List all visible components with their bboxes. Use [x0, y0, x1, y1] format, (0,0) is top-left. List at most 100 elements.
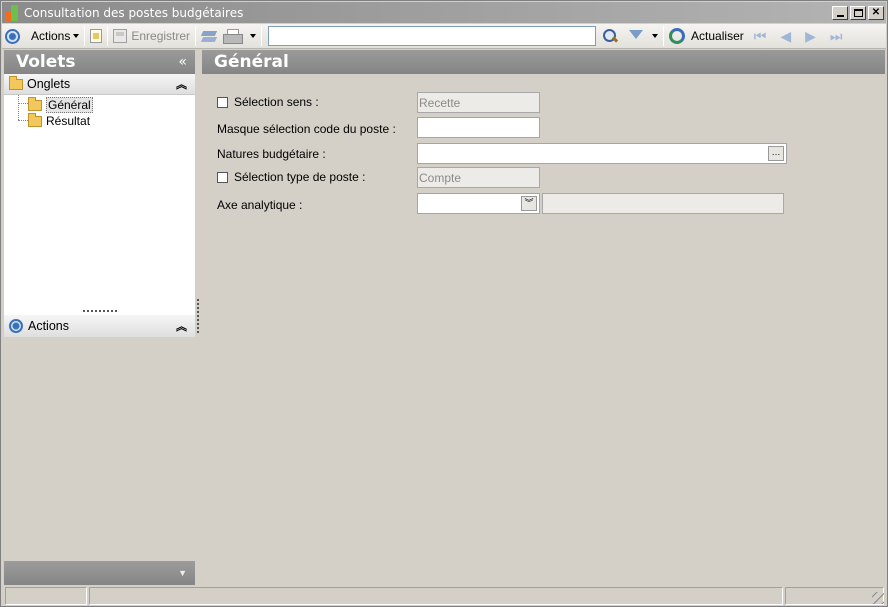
toolbar-separator [84, 26, 86, 46]
page-title: Général [214, 52, 289, 72]
chevron-down-icon [652, 34, 659, 38]
refresh-button[interactable]: Actualiser [666, 25, 747, 47]
print-options-button[interactable] [244, 25, 259, 47]
status-cell [5, 587, 87, 605]
print-button[interactable] [220, 25, 244, 47]
tree-connector [18, 95, 19, 120]
selection-type-field: Compte [417, 167, 540, 188]
save-button[interactable]: Enregistrer [110, 25, 193, 47]
onglets-section-header[interactable]: Onglets ︽ [4, 74, 195, 95]
tree-item-resultat[interactable]: Résultat [28, 112, 91, 128]
target-icon [9, 319, 23, 333]
minimize-icon [836, 14, 844, 17]
minimize-button[interactable] [832, 5, 848, 20]
folder-icon [9, 75, 23, 90]
masque-label: Masque sélection code du poste : [217, 122, 396, 136]
toolbar: Actions Enregistrer Actualiser ⏮ ◀ ▶ ⏭ [2, 24, 886, 49]
filter-icon [629, 29, 644, 39]
new-document-button[interactable] [87, 25, 105, 47]
next-record-icon[interactable]: ▶ [805, 28, 816, 45]
natures-row: Natures budgétaire : [217, 147, 326, 161]
toolbar-circle-button[interactable] [2, 25, 23, 47]
natures-label: Natures budgétaire : [217, 147, 326, 161]
axe-row: Axe analytique : [217, 198, 302, 212]
chevron-down-icon [73, 34, 80, 38]
chevron-down-icon: ▼ [178, 568, 187, 578]
chevron-double-up-icon[interactable]: ︽ [176, 318, 187, 334]
volets-bottom-bar[interactable]: ▼ [4, 561, 195, 585]
first-record-icon[interactable]: ⏮ [754, 28, 767, 45]
app-icon [5, 4, 21, 21]
actions-menu-button[interactable]: Actions [23, 25, 82, 47]
filter-options-button[interactable] [646, 25, 661, 47]
maximize-icon [853, 8, 863, 17]
tree-item-general[interactable]: Général [28, 96, 93, 113]
vertical-splitter[interactable] [197, 299, 199, 333]
axe-description-field [542, 193, 784, 214]
onglets-tree: Général Résultat [4, 95, 195, 307]
tree-item-label: Résultat [46, 114, 91, 128]
save-icon [113, 29, 128, 43]
tree-connector [18, 103, 28, 104]
window-title: Consultation des postes budgétaires [24, 5, 244, 20]
filter-button[interactable] [626, 25, 646, 47]
resize-grip-icon[interactable] [872, 592, 884, 604]
save-label: Enregistrer [131, 29, 191, 43]
page-title-bar: Général [202, 50, 885, 74]
chevron-down-icon [250, 34, 257, 38]
toolbar-separator [261, 26, 263, 46]
volets-title: Volets [16, 52, 76, 72]
natures-field[interactable]: … [417, 143, 787, 164]
selection-type-checkbox[interactable] [217, 171, 228, 183]
masque-row: Masque sélection code du poste : [217, 122, 396, 136]
search-input[interactable] [268, 26, 597, 46]
close-button[interactable]: ✕ [868, 5, 884, 20]
selection-sens-field: Recette [417, 92, 540, 113]
app-window: Consultation des postes budgétaires ✕ Ac… [0, 0, 888, 607]
panel-splitter[interactable] [4, 307, 195, 315]
onglets-label: Onglets [27, 77, 71, 91]
target-icon [5, 28, 20, 44]
axe-combo[interactable]: ︾ [417, 193, 540, 214]
actions-section-label: Actions [28, 319, 69, 333]
title-bar: Consultation des postes budgétaires ✕ [2, 2, 886, 23]
status-cell [89, 587, 783, 605]
tree-item-label: Général [46, 97, 93, 113]
open-folder-icon [28, 96, 42, 111]
actions-section-header[interactable]: Actions ︽ [4, 315, 195, 337]
chevron-double-down-icon[interactable]: ︾ [521, 196, 537, 211]
status-bar [2, 586, 886, 606]
actions-menu-label: Actions [31, 29, 71, 43]
close-icon: ✕ [871, 6, 881, 18]
axe-label: Axe analytique : [217, 198, 303, 212]
search-icon [603, 29, 617, 43]
volets-header: Volets « [4, 50, 195, 74]
refresh-label: Actualiser [691, 29, 744, 43]
volets-panel: Volets « Onglets ︽ Général Résultat Acti… [4, 50, 195, 585]
selection-sens-label: Sélection sens : [234, 95, 319, 109]
status-cell [785, 587, 884, 605]
sync-button[interactable] [198, 25, 220, 47]
ellipsis-button[interactable]: … [768, 146, 784, 161]
selection-type-label: Sélection type de poste : [234, 170, 366, 184]
toolbar-separator [663, 26, 665, 46]
window-controls: ✕ [832, 5, 884, 20]
masque-field[interactable] [417, 117, 540, 138]
sync-icon [201, 28, 217, 44]
selection-sens-row: Sélection sens : [217, 95, 319, 109]
maximize-button[interactable] [850, 5, 866, 20]
print-icon [223, 29, 244, 44]
selection-sens-checkbox[interactable] [217, 96, 228, 108]
chevron-double-up-icon[interactable]: ︽ [176, 76, 187, 92]
tree-connector [18, 120, 28, 121]
search-button[interactable] [600, 25, 620, 47]
collapse-panel-icon[interactable]: « [178, 54, 187, 70]
previous-record-icon[interactable]: ◀ [780, 28, 791, 45]
last-record-icon[interactable]: ⏭ [830, 28, 843, 45]
new-document-icon [90, 29, 103, 43]
selection-type-row: Sélection type de poste : [217, 170, 365, 184]
folder-icon [28, 112, 42, 127]
toolbar-separator [195, 26, 197, 46]
toolbar-separator [107, 26, 109, 46]
grip-icon [82, 310, 117, 312]
